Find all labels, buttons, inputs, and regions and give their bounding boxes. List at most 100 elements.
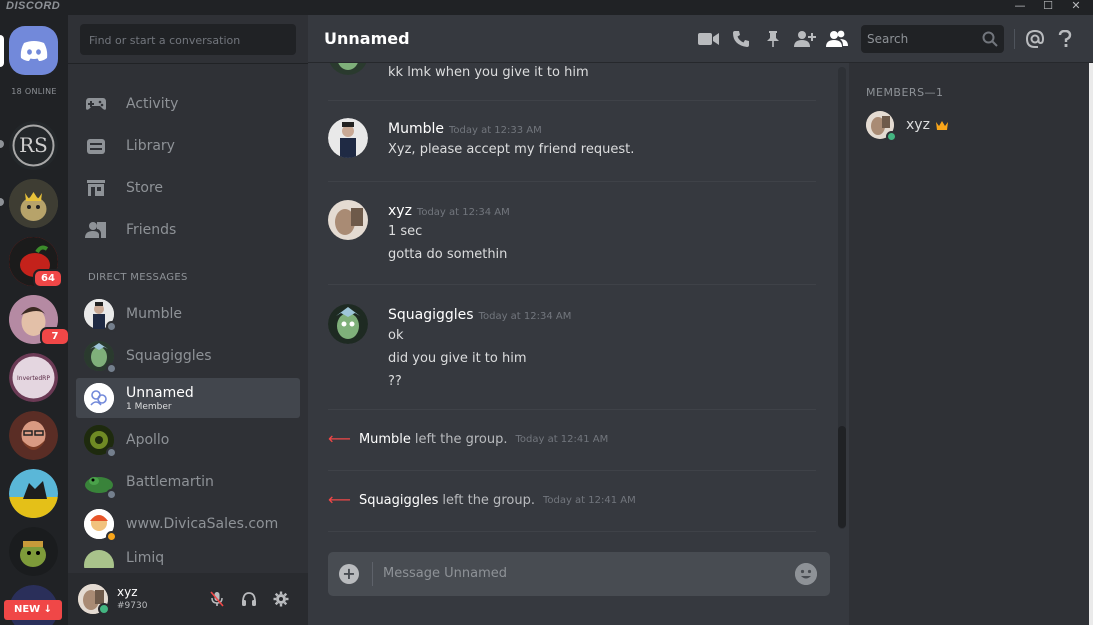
dm-name: www.DivicaSales.com xyxy=(126,516,279,532)
home-button[interactable] xyxy=(9,26,58,75)
server-icon-invertedrp[interactable]: InvertedRP xyxy=(9,353,58,402)
minimize-button[interactable]: — xyxy=(1006,0,1034,13)
avatar[interactable] xyxy=(328,304,368,344)
member-item[interactable]: xyz xyxy=(866,110,948,142)
close-window-button[interactable]: ✕ xyxy=(1062,0,1090,13)
avatar[interactable] xyxy=(328,63,368,75)
dm-item-squagiggles[interactable]: Squagiggles xyxy=(76,336,300,376)
message-text: ok xyxy=(388,328,404,343)
message-content: Mumble Today at 12:33 AM Xyz, please acce… xyxy=(388,118,808,161)
store-icon xyxy=(84,176,108,200)
channel-title: Unnamed xyxy=(324,29,410,48)
mute-microphone-button[interactable] xyxy=(208,590,226,608)
maximize-button[interactable]: ☐ xyxy=(1034,0,1062,13)
message-text: did you give it to him xyxy=(388,351,527,366)
video-call-button[interactable] xyxy=(697,27,721,51)
scrollbar-thumb[interactable] xyxy=(838,426,846,528)
divider xyxy=(68,63,308,64)
search-input[interactable]: Search xyxy=(861,25,1004,53)
new-unreads-button[interactable]: NEW ↓ xyxy=(4,600,62,620)
help-button[interactable] xyxy=(1053,27,1077,51)
server-icon-dino[interactable] xyxy=(9,527,58,576)
system-message-text: left the group. xyxy=(414,431,508,447)
mention-badge: 64 xyxy=(33,269,63,288)
dm-item-mumble[interactable]: Mumble xyxy=(76,294,300,334)
app-brand: DISCORD xyxy=(6,0,61,12)
avatar xyxy=(866,111,897,142)
chat-header: Unnamed Search xyxy=(308,15,1093,63)
divider xyxy=(328,531,816,532)
king-character-icon xyxy=(9,179,58,228)
dm-name: Limiq xyxy=(126,550,165,566)
voice-call-button[interactable] xyxy=(729,27,753,51)
cartoon-scene-icon xyxy=(9,469,58,518)
message-author[interactable]: xyz xyxy=(388,203,412,219)
message-text: ?? xyxy=(388,374,402,389)
divider xyxy=(328,100,816,101)
nav-friends[interactable]: Friends xyxy=(76,210,300,250)
divider xyxy=(1014,29,1015,49)
invertedrp-logo-icon: InvertedRP xyxy=(9,353,58,402)
avatar xyxy=(84,341,117,374)
deafen-button[interactable] xyxy=(240,590,258,608)
bearded-person-icon xyxy=(9,411,58,460)
server-icon-yellow[interactable] xyxy=(9,469,58,518)
dino-character-icon xyxy=(9,527,58,576)
nav-activity[interactable]: Activity xyxy=(76,84,300,124)
nav-store[interactable]: Store xyxy=(76,168,300,208)
emoji-picker-button[interactable] xyxy=(795,563,817,585)
avatar xyxy=(84,550,114,568)
pin-icon xyxy=(767,31,779,47)
message-author[interactable]: Squagiggles xyxy=(388,307,474,323)
crown-icon xyxy=(935,120,948,130)
dm-item-apollo[interactable]: Apollo xyxy=(76,420,300,460)
user-panel: xyz #9730 xyxy=(68,573,308,625)
message-text: Xyz, please accept my friend request. xyxy=(388,142,635,157)
message-timestamp: Today at 12:34 AM xyxy=(478,311,572,322)
divider xyxy=(328,181,816,182)
status-indicator xyxy=(106,363,117,374)
nav-library[interactable]: Library xyxy=(76,126,300,166)
svg-text:RS: RS xyxy=(19,133,48,157)
mentions-button[interactable] xyxy=(1023,27,1047,51)
online-status-indicator xyxy=(886,131,897,142)
message-text: kk lmk when you give it to him xyxy=(388,65,589,80)
message-author[interactable]: Mumble xyxy=(388,121,444,137)
online-status-indicator xyxy=(98,603,110,615)
system-message-user[interactable]: Squagiggles xyxy=(359,493,438,508)
dm-item-divicasales[interactable]: www.DivicaSales.com xyxy=(76,504,300,544)
online-count: 18 ONLINE xyxy=(11,87,57,96)
message-composer: + Message Unnamed xyxy=(328,552,830,596)
dm-item-unnamed[interactable]: Unnamed 1 Member xyxy=(76,378,300,418)
user-discriminator: #9730 xyxy=(117,601,148,611)
dm-name: Squagiggles xyxy=(126,348,212,364)
pinned-messages-button[interactable] xyxy=(761,27,785,51)
message-input[interactable]: Message Unnamed xyxy=(383,566,507,581)
find-conversation-input[interactable]: Find or start a conversation xyxy=(80,24,296,55)
headphones-icon xyxy=(242,592,256,606)
dm-item-limiq[interactable]: Limiq xyxy=(76,546,300,568)
group-icon xyxy=(84,383,114,413)
group-avatar xyxy=(84,383,114,413)
server-icon-bearded[interactable] xyxy=(9,411,58,460)
server-icon-rs[interactable]: RS xyxy=(9,121,58,170)
user-settings-button[interactable] xyxy=(272,590,290,608)
dm-item-battlemartin[interactable]: Battlemartin xyxy=(76,462,300,502)
add-user-icon xyxy=(794,31,816,47)
system-message-user[interactable]: Mumble xyxy=(359,432,411,447)
member-list-toggle[interactable] xyxy=(825,27,849,51)
upload-button[interactable]: + xyxy=(339,564,359,584)
message-text: gotta do somethin xyxy=(388,247,508,262)
avatar[interactable] xyxy=(328,200,368,240)
status-indicator xyxy=(106,531,117,542)
server-icon-king[interactable] xyxy=(9,179,58,228)
dm-section-header: DIRECT MESSAGES xyxy=(88,272,188,283)
nav-label: Library xyxy=(126,138,175,154)
add-friends-to-dm-button[interactable] xyxy=(793,27,817,51)
nav-label: Friends xyxy=(126,222,177,238)
system-message-text: left the group. xyxy=(442,492,535,508)
message-content: Squagiggles Today at 12:34 AM ok did you … xyxy=(388,304,808,393)
gear-icon xyxy=(273,591,289,607)
members-icon xyxy=(826,30,848,47)
avatar[interactable] xyxy=(328,118,368,158)
